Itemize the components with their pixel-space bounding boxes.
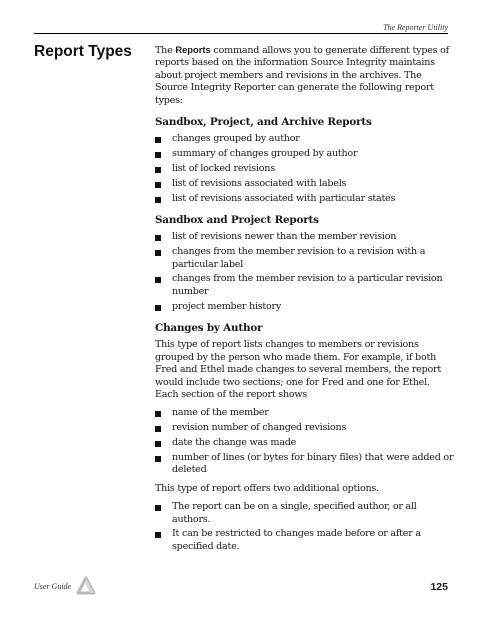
section-title: Report Types bbox=[34, 43, 132, 60]
list-sandbox-project-archive: changes grouped by author summary of cha… bbox=[155, 133, 455, 205]
list-options: The report can be on a single, specified… bbox=[155, 501, 455, 553]
list-item: list of revisions newer than the member … bbox=[155, 231, 455, 243]
subheading-sandbox-project: Sandbox and Project Reports bbox=[155, 214, 319, 227]
list-item: revision number of changed revisions bbox=[155, 422, 455, 434]
list-item: The report can be on a single, specified… bbox=[155, 501, 455, 526]
list-item-text: changes grouped by author bbox=[172, 133, 300, 145]
square-bullet-icon bbox=[155, 250, 161, 257]
square-bullet-icon bbox=[155, 196, 161, 203]
square-bullet-icon bbox=[155, 181, 161, 188]
list-item: It can be restricted to changes made bef… bbox=[155, 528, 455, 553]
square-bullet-icon bbox=[155, 137, 161, 144]
list-item: list of revisions associated with partic… bbox=[155, 193, 455, 205]
list-item-text: list of revisions associated with labels bbox=[172, 177, 347, 189]
square-bullet-icon bbox=[155, 304, 161, 311]
square-bullet-icon bbox=[155, 167, 161, 174]
square-bullet-icon bbox=[155, 532, 161, 539]
list-item-text: summary of changes grouped by author bbox=[172, 148, 358, 160]
footer-guide-label: User Guide bbox=[34, 582, 72, 591]
list-item: date the change was made bbox=[155, 437, 455, 449]
list-item-text: revision number of changed revisions bbox=[172, 422, 347, 434]
list-item-text: number of lines (or bytes for binary fil… bbox=[172, 451, 454, 476]
list-report-contents: name of the member revision number of ch… bbox=[155, 407, 455, 476]
list-item-text: The report can be on a single, specified… bbox=[172, 501, 417, 525]
list-item-text: list of revisions newer than the member … bbox=[172, 231, 397, 243]
list-item-text: list of locked revisions bbox=[172, 163, 275, 175]
body-content: The Reports command allows you to genera… bbox=[155, 44, 455, 562]
square-bullet-icon bbox=[155, 505, 161, 512]
subheading-sandbox-project-archive: Sandbox, Project, and Archive Reports bbox=[155, 116, 372, 129]
list-item-text: changes from the member revision to a pa… bbox=[172, 273, 443, 297]
list-item: changes from the member revision to a pa… bbox=[155, 273, 455, 298]
list-item-text: changes from the member revision to a re… bbox=[172, 246, 426, 270]
list-item: changes from the member revision to a re… bbox=[155, 246, 455, 271]
changes-by-author-paragraph: This type of report lists changes to mem… bbox=[155, 339, 441, 401]
intro-paragraph: The Reports command allows you to genera… bbox=[155, 44, 455, 107]
header-rule bbox=[34, 33, 448, 34]
intro-text-start: The bbox=[155, 45, 176, 56]
list-item-text: It can be restricted to changes made bef… bbox=[172, 528, 421, 552]
reports-command: Reports bbox=[175, 44, 211, 55]
list-item: changes grouped by author bbox=[155, 133, 455, 145]
square-bullet-icon bbox=[155, 277, 161, 284]
square-bullet-icon bbox=[155, 152, 161, 159]
triangle-logo-icon bbox=[76, 576, 96, 595]
list-item-text: date the change was made bbox=[172, 437, 297, 449]
list-item: summary of changes grouped by author bbox=[155, 148, 455, 160]
list-sandbox-project: list of revisions newer than the member … bbox=[155, 231, 455, 313]
square-bullet-icon bbox=[155, 235, 161, 242]
square-bullet-icon bbox=[155, 426, 161, 433]
square-bullet-icon bbox=[155, 455, 161, 462]
options-intro: This type of report offers two additiona… bbox=[155, 482, 379, 494]
running-header: The Reporter Utility bbox=[383, 23, 448, 32]
list-item: list of revisions associated with labels bbox=[155, 178, 455, 190]
list-item: name of the member bbox=[155, 407, 455, 419]
list-item: list of locked revisions bbox=[155, 163, 455, 175]
list-item-text: project member history bbox=[172, 300, 282, 312]
subheading-changes-by-author: Changes by Author bbox=[155, 322, 263, 335]
list-item: project member history bbox=[155, 301, 455, 313]
list-item-text: list of revisions associated with partic… bbox=[172, 192, 396, 204]
list-item-text: name of the member bbox=[172, 407, 269, 419]
list-item: number of lines (or bytes for binary fil… bbox=[155, 452, 455, 477]
page-number: 125 bbox=[430, 581, 448, 593]
square-bullet-icon bbox=[155, 441, 161, 448]
square-bullet-icon bbox=[155, 411, 161, 418]
